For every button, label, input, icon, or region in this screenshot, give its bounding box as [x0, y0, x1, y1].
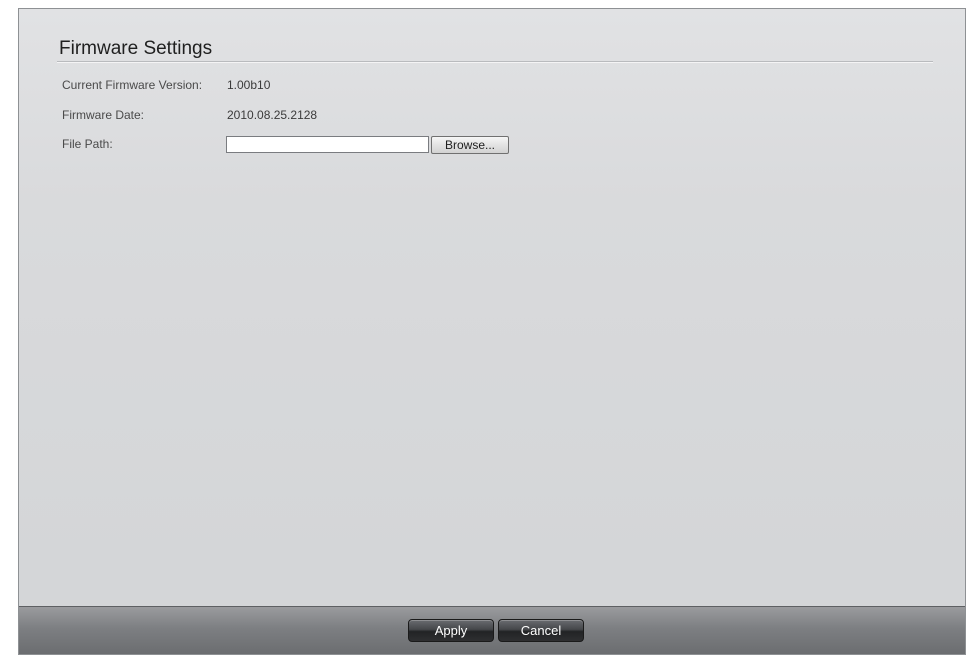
apply-button[interactable]: Apply	[408, 619, 494, 642]
cancel-button[interactable]: Cancel	[498, 619, 584, 642]
file-path-input[interactable]	[226, 136, 429, 153]
page-title: Firmware Settings	[59, 38, 213, 59]
current-firmware-version-label: Current Firmware Version:	[62, 78, 203, 92]
firmware-date-value: 2010.08.25.2128	[227, 108, 318, 122]
firmware-settings-panel: Firmware Settings Current Firmware Versi…	[18, 8, 966, 655]
firmware-date-label: Firmware Date:	[62, 108, 145, 122]
current-firmware-version-value: 1.00b10	[227, 78, 271, 92]
footer-bar: Apply Cancel	[19, 606, 965, 654]
browse-button[interactable]: Browse...	[431, 136, 509, 154]
title-divider	[57, 61, 933, 63]
settings-content: Firmware Settings Current Firmware Versi…	[19, 9, 965, 606]
file-path-label: File Path:	[62, 137, 113, 151]
